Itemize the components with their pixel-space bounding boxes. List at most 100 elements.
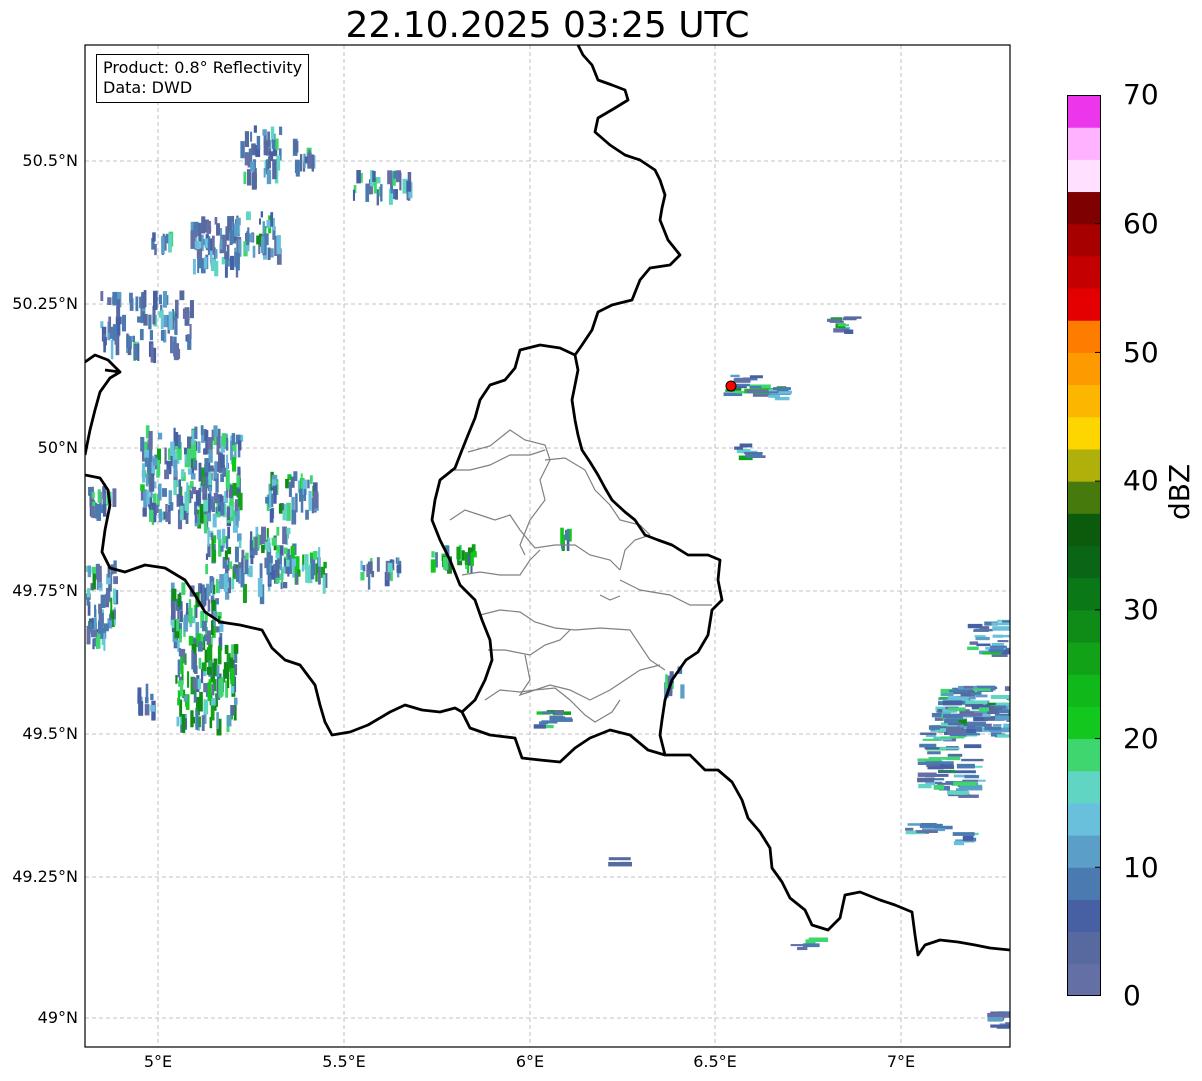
radar-echo — [219, 239, 223, 250]
radar-echo — [300, 498, 304, 513]
radar-echo — [201, 715, 205, 731]
radar-echo — [221, 433, 227, 447]
radar-echo — [992, 634, 1004, 638]
radar-echo — [211, 549, 217, 563]
radar-echo — [158, 311, 164, 318]
radar-echo — [86, 596, 90, 606]
radar-echo — [323, 561, 327, 569]
lon-tick-label: 7°E — [886, 1052, 916, 1071]
radar-echo — [286, 527, 291, 535]
radar-echo — [149, 476, 155, 492]
radar-echo — [953, 781, 977, 786]
radar-echo — [976, 643, 991, 647]
radar-echo — [940, 736, 965, 739]
colorbar-bin — [1067, 191, 1101, 225]
radar-echo — [198, 222, 202, 242]
radar-echoes — [85, 125, 1010, 1029]
radar-echo — [140, 436, 145, 452]
colorbar-bin — [1067, 416, 1101, 450]
radar-echo — [236, 473, 240, 488]
radar-echo — [191, 429, 195, 445]
radar-echo — [100, 291, 104, 302]
radar-echo — [187, 671, 190, 688]
colorbar-tick-label: 0 — [1123, 979, 1141, 1012]
radar-echo — [103, 623, 109, 632]
radar-echo — [183, 614, 188, 632]
radar-echo — [268, 574, 272, 585]
radar-echo — [96, 565, 102, 582]
radar-echo — [219, 454, 225, 468]
radar-echo — [129, 298, 134, 311]
radar-echo — [107, 297, 112, 306]
radar-echo — [245, 552, 249, 560]
radar-echo — [942, 700, 963, 706]
radar-echo — [178, 479, 181, 499]
radar-echo — [232, 525, 238, 533]
radar-echo — [214, 216, 218, 225]
radar-echo — [210, 698, 216, 706]
radar-echo — [257, 534, 260, 549]
radar-echo — [256, 235, 261, 245]
radar-echo — [376, 189, 380, 206]
radar-echo — [919, 743, 937, 748]
radar-echo — [177, 690, 181, 706]
colorbar-bin — [1067, 384, 1101, 418]
radar-echo — [112, 588, 117, 604]
radar-echo — [947, 696, 969, 702]
radar-echo — [179, 680, 184, 697]
colorbar-tick-label: 30 — [1123, 593, 1159, 626]
radar-echo — [90, 506, 95, 518]
radar-echo — [169, 502, 174, 511]
radar-echo — [749, 375, 763, 379]
radar-echo — [215, 579, 219, 593]
radar-echo — [1008, 706, 1010, 710]
radar-echo — [998, 709, 1010, 714]
radar-echo — [211, 539, 214, 550]
radar-echo — [964, 744, 982, 749]
colorbar-bin — [1067, 835, 1101, 868]
radar-echo — [286, 559, 290, 567]
radar-echo — [267, 156, 271, 169]
radar-echo — [259, 218, 262, 225]
radar-echo — [195, 607, 198, 618]
radar-echo — [243, 171, 247, 185]
radar-echo — [202, 477, 205, 485]
radar-echo — [142, 507, 147, 517]
radar-echo — [268, 542, 271, 550]
radar-echo — [250, 554, 254, 565]
radar-echo — [234, 223, 239, 237]
radar-echo — [121, 314, 127, 332]
radar-echo — [253, 125, 257, 133]
colorbar-bin — [1067, 545, 1101, 579]
radar-echo — [207, 599, 211, 612]
lat-tick-label: 49.75°N — [12, 581, 78, 600]
radar-echo — [295, 573, 299, 585]
radar-echo — [186, 602, 189, 615]
radar-echo — [198, 462, 202, 482]
radar-echo — [989, 648, 1004, 653]
radar-echo — [746, 389, 770, 394]
radar-echo — [191, 650, 194, 670]
radar-echo — [204, 458, 209, 473]
radar-echo — [195, 490, 200, 506]
radar-echo — [139, 296, 142, 309]
radar-echo — [802, 943, 820, 948]
radar-echo — [464, 552, 468, 565]
radar-echo — [225, 536, 229, 550]
colorbar-bin — [1067, 352, 1101, 386]
radar-echo — [275, 138, 279, 151]
radar-echo — [960, 691, 971, 697]
radar-echo — [195, 510, 198, 523]
radar-echo — [149, 330, 154, 341]
radar-echo — [992, 724, 1002, 727]
radar-echo — [961, 712, 983, 717]
radar-echo — [608, 857, 631, 861]
radar-echo — [103, 632, 106, 651]
radar-echo — [225, 437, 229, 451]
radar-echo — [250, 161, 255, 172]
colorbar-bin — [1067, 448, 1101, 482]
radar-echo — [149, 509, 154, 523]
radar-echo — [918, 783, 932, 789]
radar-echo — [139, 328, 144, 341]
radar-echo — [946, 756, 961, 761]
